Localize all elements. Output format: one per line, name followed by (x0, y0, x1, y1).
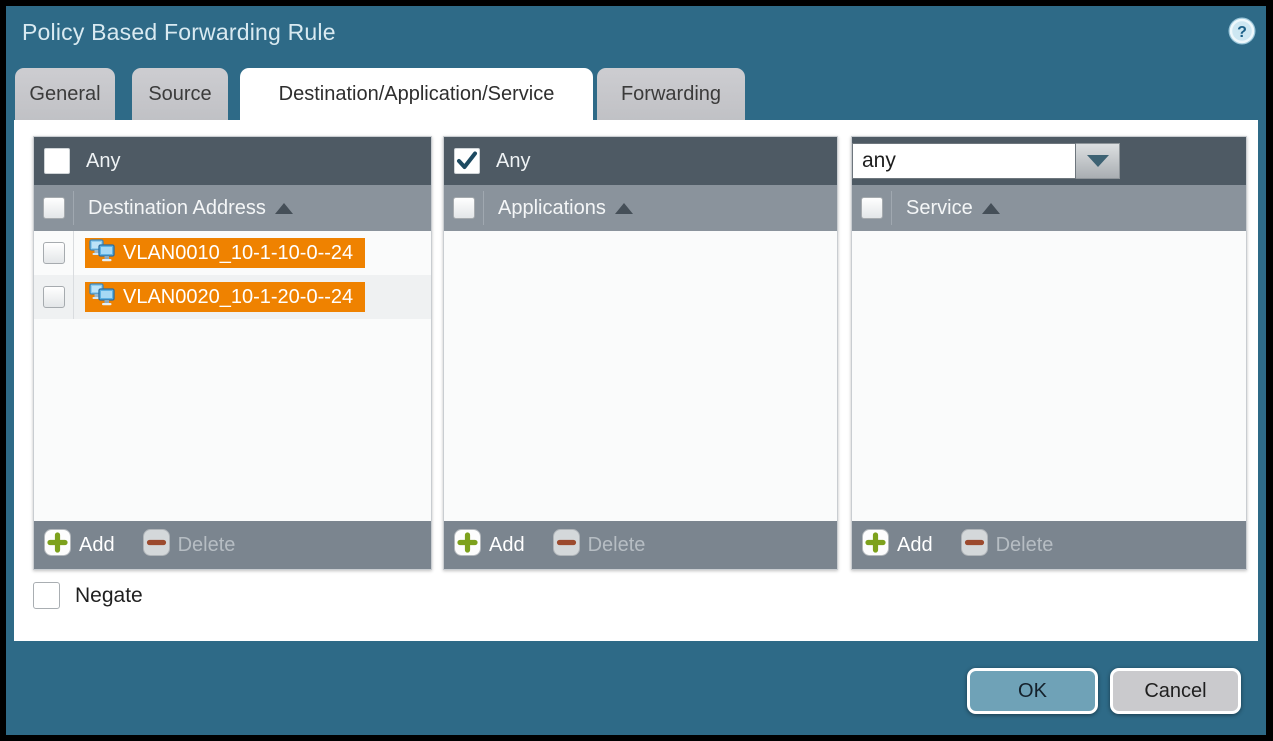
delete-destination-button[interactable]: Delete (143, 529, 236, 561)
address-object-vlan0010[interactable]: VLAN0010_10-1-10-0--24 (85, 238, 365, 268)
applications-any-checkbox[interactable] (454, 148, 480, 174)
tab-content-panel: Any Destination Address (14, 120, 1258, 641)
destination-any-label: Any (86, 150, 120, 173)
applications-select-all-checkbox[interactable] (453, 197, 475, 219)
service-select-all-checkbox[interactable] (861, 197, 883, 219)
checkmark-icon (456, 150, 478, 172)
dropdown-button[interactable] (1076, 143, 1120, 179)
applications-any-label: Any (496, 150, 530, 173)
delete-service-button[interactable]: Delete (961, 529, 1054, 561)
delete-icon (143, 529, 170, 561)
tab-general[interactable]: General (15, 68, 115, 120)
applications-header: Applications (444, 185, 837, 231)
delete-label: Delete (588, 534, 646, 557)
add-icon (44, 529, 71, 561)
address-object-label: VLAN0010_10-1-10-0--24 (123, 242, 353, 265)
address-object-vlan0020[interactable]: VLAN0020_10-1-20-0--24 (85, 282, 365, 312)
policy-based-forwarding-dialog: Policy Based Forwarding Rule ? General S… (6, 6, 1266, 735)
destination-address-column: Any Destination Address (33, 136, 432, 570)
service-any-bar: any (852, 137, 1246, 185)
destination-toolbar: Add Delete (34, 521, 431, 569)
address-object-icon (89, 282, 116, 312)
destination-address-sort-header[interactable]: Destination Address (88, 197, 293, 220)
chevron-down-icon (1087, 155, 1109, 167)
add-label: Add (79, 534, 115, 557)
service-type-value[interactable]: any (852, 143, 1076, 179)
sort-ascending-icon (615, 203, 633, 214)
dialog-title: Policy Based Forwarding Rule (22, 19, 336, 46)
row-checkbox-vlan0010[interactable] (43, 242, 65, 264)
destination-any-checkbox[interactable] (44, 148, 70, 174)
header-divider (73, 191, 74, 225)
help-icon[interactable]: ? (1228, 17, 1256, 45)
tab-source[interactable]: Source (132, 68, 228, 120)
add-destination-button[interactable]: Add (44, 529, 115, 561)
service-column: any Service (851, 136, 1247, 570)
ok-button[interactable]: OK (967, 668, 1098, 714)
applications-sort-header[interactable]: Applications (498, 197, 633, 220)
header-divider (483, 191, 484, 225)
destination-any-bar: Any (34, 137, 431, 185)
row-checkbox-cell (34, 231, 74, 275)
sort-ascending-icon (982, 203, 1000, 214)
add-label: Add (489, 534, 525, 557)
add-application-button[interactable]: Add (454, 529, 525, 561)
destination-address-header-label: Destination Address (88, 197, 266, 220)
address-object-icon (89, 238, 116, 268)
destination-address-header: Destination Address (34, 185, 431, 231)
negate-row: Negate (33, 582, 143, 609)
delete-label: Delete (996, 534, 1054, 557)
delete-label: Delete (178, 534, 236, 557)
add-icon (862, 529, 889, 561)
add-service-button[interactable]: Add (862, 529, 933, 561)
service-header: Service (852, 185, 1246, 231)
applications-column: Any Applications (443, 136, 838, 570)
row-checkbox-vlan0020[interactable] (43, 286, 65, 308)
add-icon (454, 529, 481, 561)
service-toolbar: Add Delete (852, 521, 1246, 569)
applications-any-bar: Any (444, 137, 837, 185)
add-label: Add (897, 534, 933, 557)
service-sort-header[interactable]: Service (906, 197, 1000, 220)
delete-icon (961, 529, 988, 561)
delete-application-button[interactable]: Delete (553, 529, 646, 561)
table-row: VLAN0010_10-1-10-0--24 (34, 231, 431, 275)
applications-header-label: Applications (498, 197, 606, 220)
table-row: VLAN0020_10-1-20-0--24 (34, 275, 431, 319)
service-list (852, 231, 1246, 521)
applications-toolbar: Add Delete (444, 521, 837, 569)
address-object-label: VLAN0020_10-1-20-0--24 (123, 286, 353, 309)
tab-bar: General Source Destination/Application/S… (15, 68, 745, 120)
sort-ascending-icon (275, 203, 293, 214)
header-divider (891, 191, 892, 225)
cancel-button[interactable]: Cancel (1110, 668, 1241, 714)
svg-text:?: ? (1237, 24, 1247, 41)
tab-forwarding[interactable]: Forwarding (597, 68, 745, 120)
destination-select-all-checkbox[interactable] (43, 197, 65, 219)
destination-address-list: VLAN0010_10-1-10-0--24 (34, 231, 431, 521)
row-checkbox-cell (34, 275, 74, 319)
delete-icon (553, 529, 580, 561)
tab-destination-application-service[interactable]: Destination/Application/Service (240, 68, 593, 120)
negate-label: Negate (75, 584, 143, 608)
service-type-dropdown[interactable]: any (852, 143, 1120, 179)
service-header-label: Service (906, 197, 973, 220)
applications-list (444, 231, 837, 521)
negate-checkbox[interactable] (33, 582, 60, 609)
